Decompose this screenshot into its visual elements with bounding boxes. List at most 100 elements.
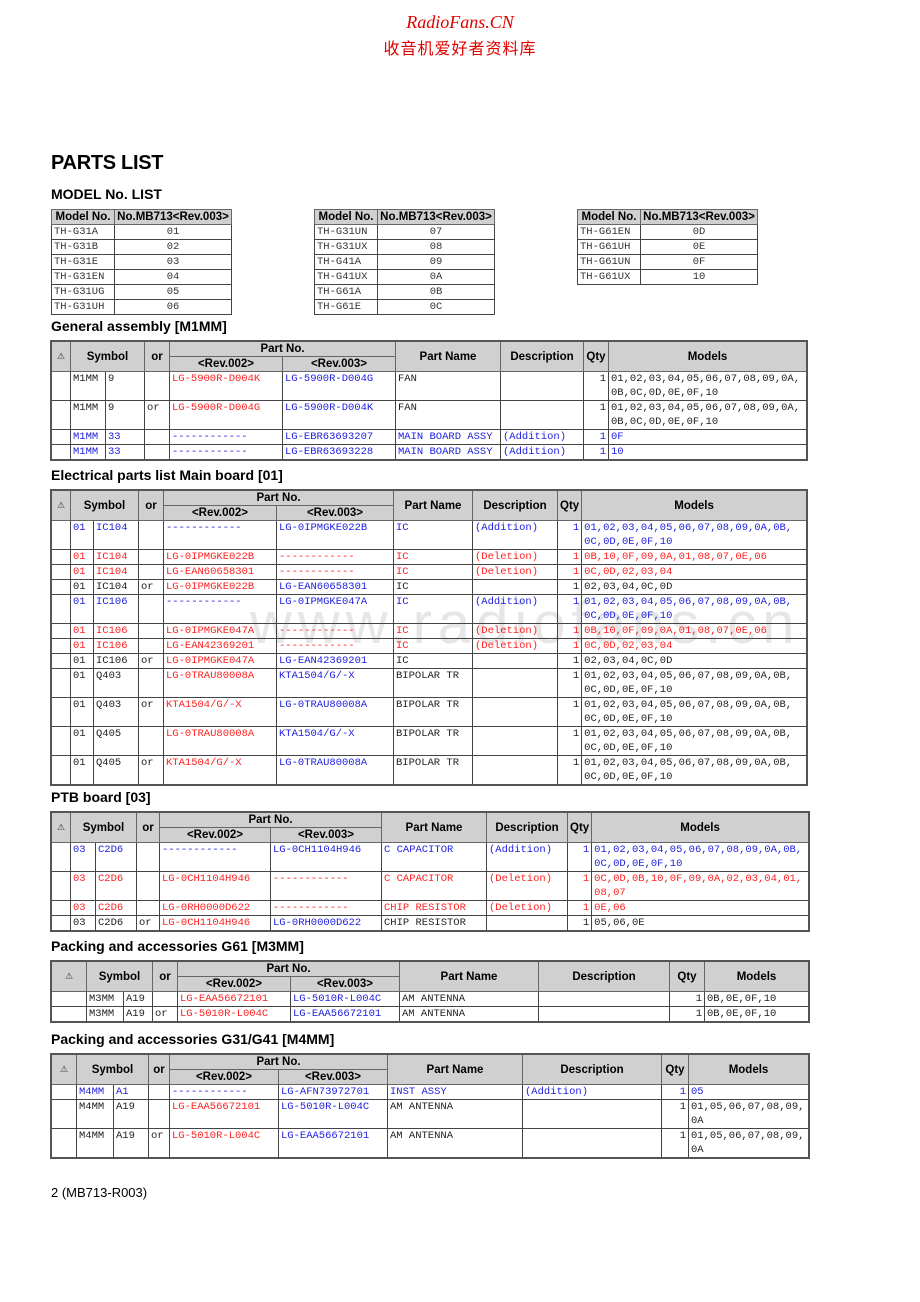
part-name: AM ANTENNA [387,1128,523,1159]
part-no-rev002: KTA1504/G/-X [163,697,277,727]
models: 0B,10,0F,09,0A,01,08,07,0E,06 [581,549,808,565]
model-code: 0C [377,299,495,315]
col-description: Description [472,489,558,521]
or-flag [144,444,170,461]
or-flag: or [138,697,164,727]
header-row: ⚠ Symbol or Part No. Part Name Description Qty… [50,811,810,843]
header-row: ⚠ Symbol or Part No. Part Name Description Qty… [50,489,808,521]
description [486,915,568,932]
symbol-group: 01 [70,549,94,565]
col-models: Models [608,340,808,372]
part-name: IC [393,520,473,550]
warning-cell [50,842,71,872]
symbol-ref: C2D6 [95,871,137,901]
col-symbol: Symbol [70,489,139,521]
model-code: 0D [640,224,758,240]
symbol-ref: Q405 [93,726,139,756]
model-list-row: TH-G31UN 07 [314,224,495,240]
part-no-rev003: ------------ [276,549,394,565]
part-no-rev003: LG-AFN73972701 [278,1084,388,1100]
part-row: 01 IC104 LG-0IPMGKE022B ------------ IC (Dele… [50,549,808,565]
quantity: 1 [556,653,583,669]
part-no-rev002: LG-EAA56672101 [177,991,291,1007]
model-code: 0F [640,254,758,270]
model-list-row: TH-G31E 03 [51,254,232,270]
quantity: 1 [556,520,583,550]
col-part-no: Part No. [163,489,394,506]
models: 0C,0D,02,03,04 [581,564,808,580]
part-no-rev003: LG-5010R-L004C [278,1099,388,1129]
description: (Addition) [472,520,558,550]
symbol-ref: 33 [105,444,145,461]
part-no-rev003: ------------ [270,900,382,916]
models: 0E,06 [591,900,810,916]
model-number: TH-G31E [51,254,115,270]
models: 0B,0E,0F,10 [704,1006,810,1023]
part-name: FAN [395,400,501,430]
model-number: TH-G61EN [577,224,641,240]
part-no-rev003: LG-EAN42369201 [276,653,394,669]
part-no-rev003: KTA1504/G/-X [276,726,394,756]
description [472,755,558,786]
quantity: 1 [556,726,583,756]
symbol-ref: IC104 [93,579,139,595]
part-row: 01 IC106 or LG-0IPMGKE047A LG-EAN42369201 IC 1… [50,653,808,669]
symbol-ref: 33 [105,429,145,445]
parts-table-packing-g61: ⚠ Symbol or Part No. Part Name Description Qty… [50,960,810,1023]
part-no-rev002: LG-0CH1104H946 [159,915,271,932]
symbol-group: M1MM [70,400,106,430]
warning-cell [50,1084,77,1100]
warning-cell [50,429,71,445]
part-row: 01 Q403 LG-0TRAU80008A KTA1504/G/-X BIPOLAR … [50,668,808,698]
quantity: 1 [669,991,705,1007]
symbol-ref: A1 [113,1084,149,1100]
symbol-group: 01 [70,520,94,550]
symbol-group: M3MM [86,1006,124,1023]
symbol-group: 03 [70,871,96,901]
part-row: 03 C2D6 or LG-0CH1104H946 LG-0RH0000D622 CHIP… [50,915,810,932]
description [522,1099,662,1129]
col-rev003: <Rev.003> [278,1069,388,1085]
model-code: 0E [640,239,758,255]
col-or: or [144,340,170,372]
warning-cell [50,400,71,430]
part-no-rev003: ------------ [276,623,394,639]
or-flag: or [138,579,164,595]
col-part-no: Part No. [177,960,400,977]
warning-cell [50,871,71,901]
description [472,668,558,698]
col-qty: Qty [566,811,593,843]
col-qty: Qty [661,1053,689,1085]
models: 01,02,03,04,05,06,07,08,09,0A, 0B,0C,0D,… [608,371,808,401]
part-no-rev003: LG-EAA56672101 [278,1128,388,1159]
symbol-group: 01 [70,623,94,639]
description [538,1006,670,1023]
part-no-rev002: ------------ [169,429,283,445]
col-mb713: No.MB713<Rev.003> [640,209,758,225]
part-no-rev002: ------------ [163,594,277,624]
col-or: or [148,1053,170,1085]
part-no-rev002: ------------ [159,842,271,872]
part-row: M1MM 9 or LG-5900R-D004G LG-5900R-D004K FAN 1 0… [50,400,808,430]
symbol-ref: C2D6 [95,915,137,932]
warning-cell [50,1128,77,1159]
part-row: M1MM 9 LG-5900R-D004K LG-5900R-D004G FAN 1 01,… [50,371,808,401]
symbol-group: 01 [70,668,94,698]
or-flag [138,638,164,654]
quantity: 1 [566,842,593,872]
model-number: TH-G41A [314,254,378,270]
col-or: or [136,811,160,843]
quantity: 1 [583,429,609,445]
col-model-no: Model No. [577,209,641,225]
quantity: 1 [556,668,583,698]
symbol-ref: 9 [105,400,145,430]
col-rev003: <Rev.003> [270,827,382,843]
col-symbol: Symbol [70,811,137,843]
part-name: C CAPACITOR [381,842,487,872]
description [472,579,558,595]
part-name: IC [393,653,473,669]
symbol-ref: IC104 [93,549,139,565]
model-number: TH-G61UN [577,254,641,270]
model-code: 09 [377,254,495,270]
part-name: IC [393,623,473,639]
